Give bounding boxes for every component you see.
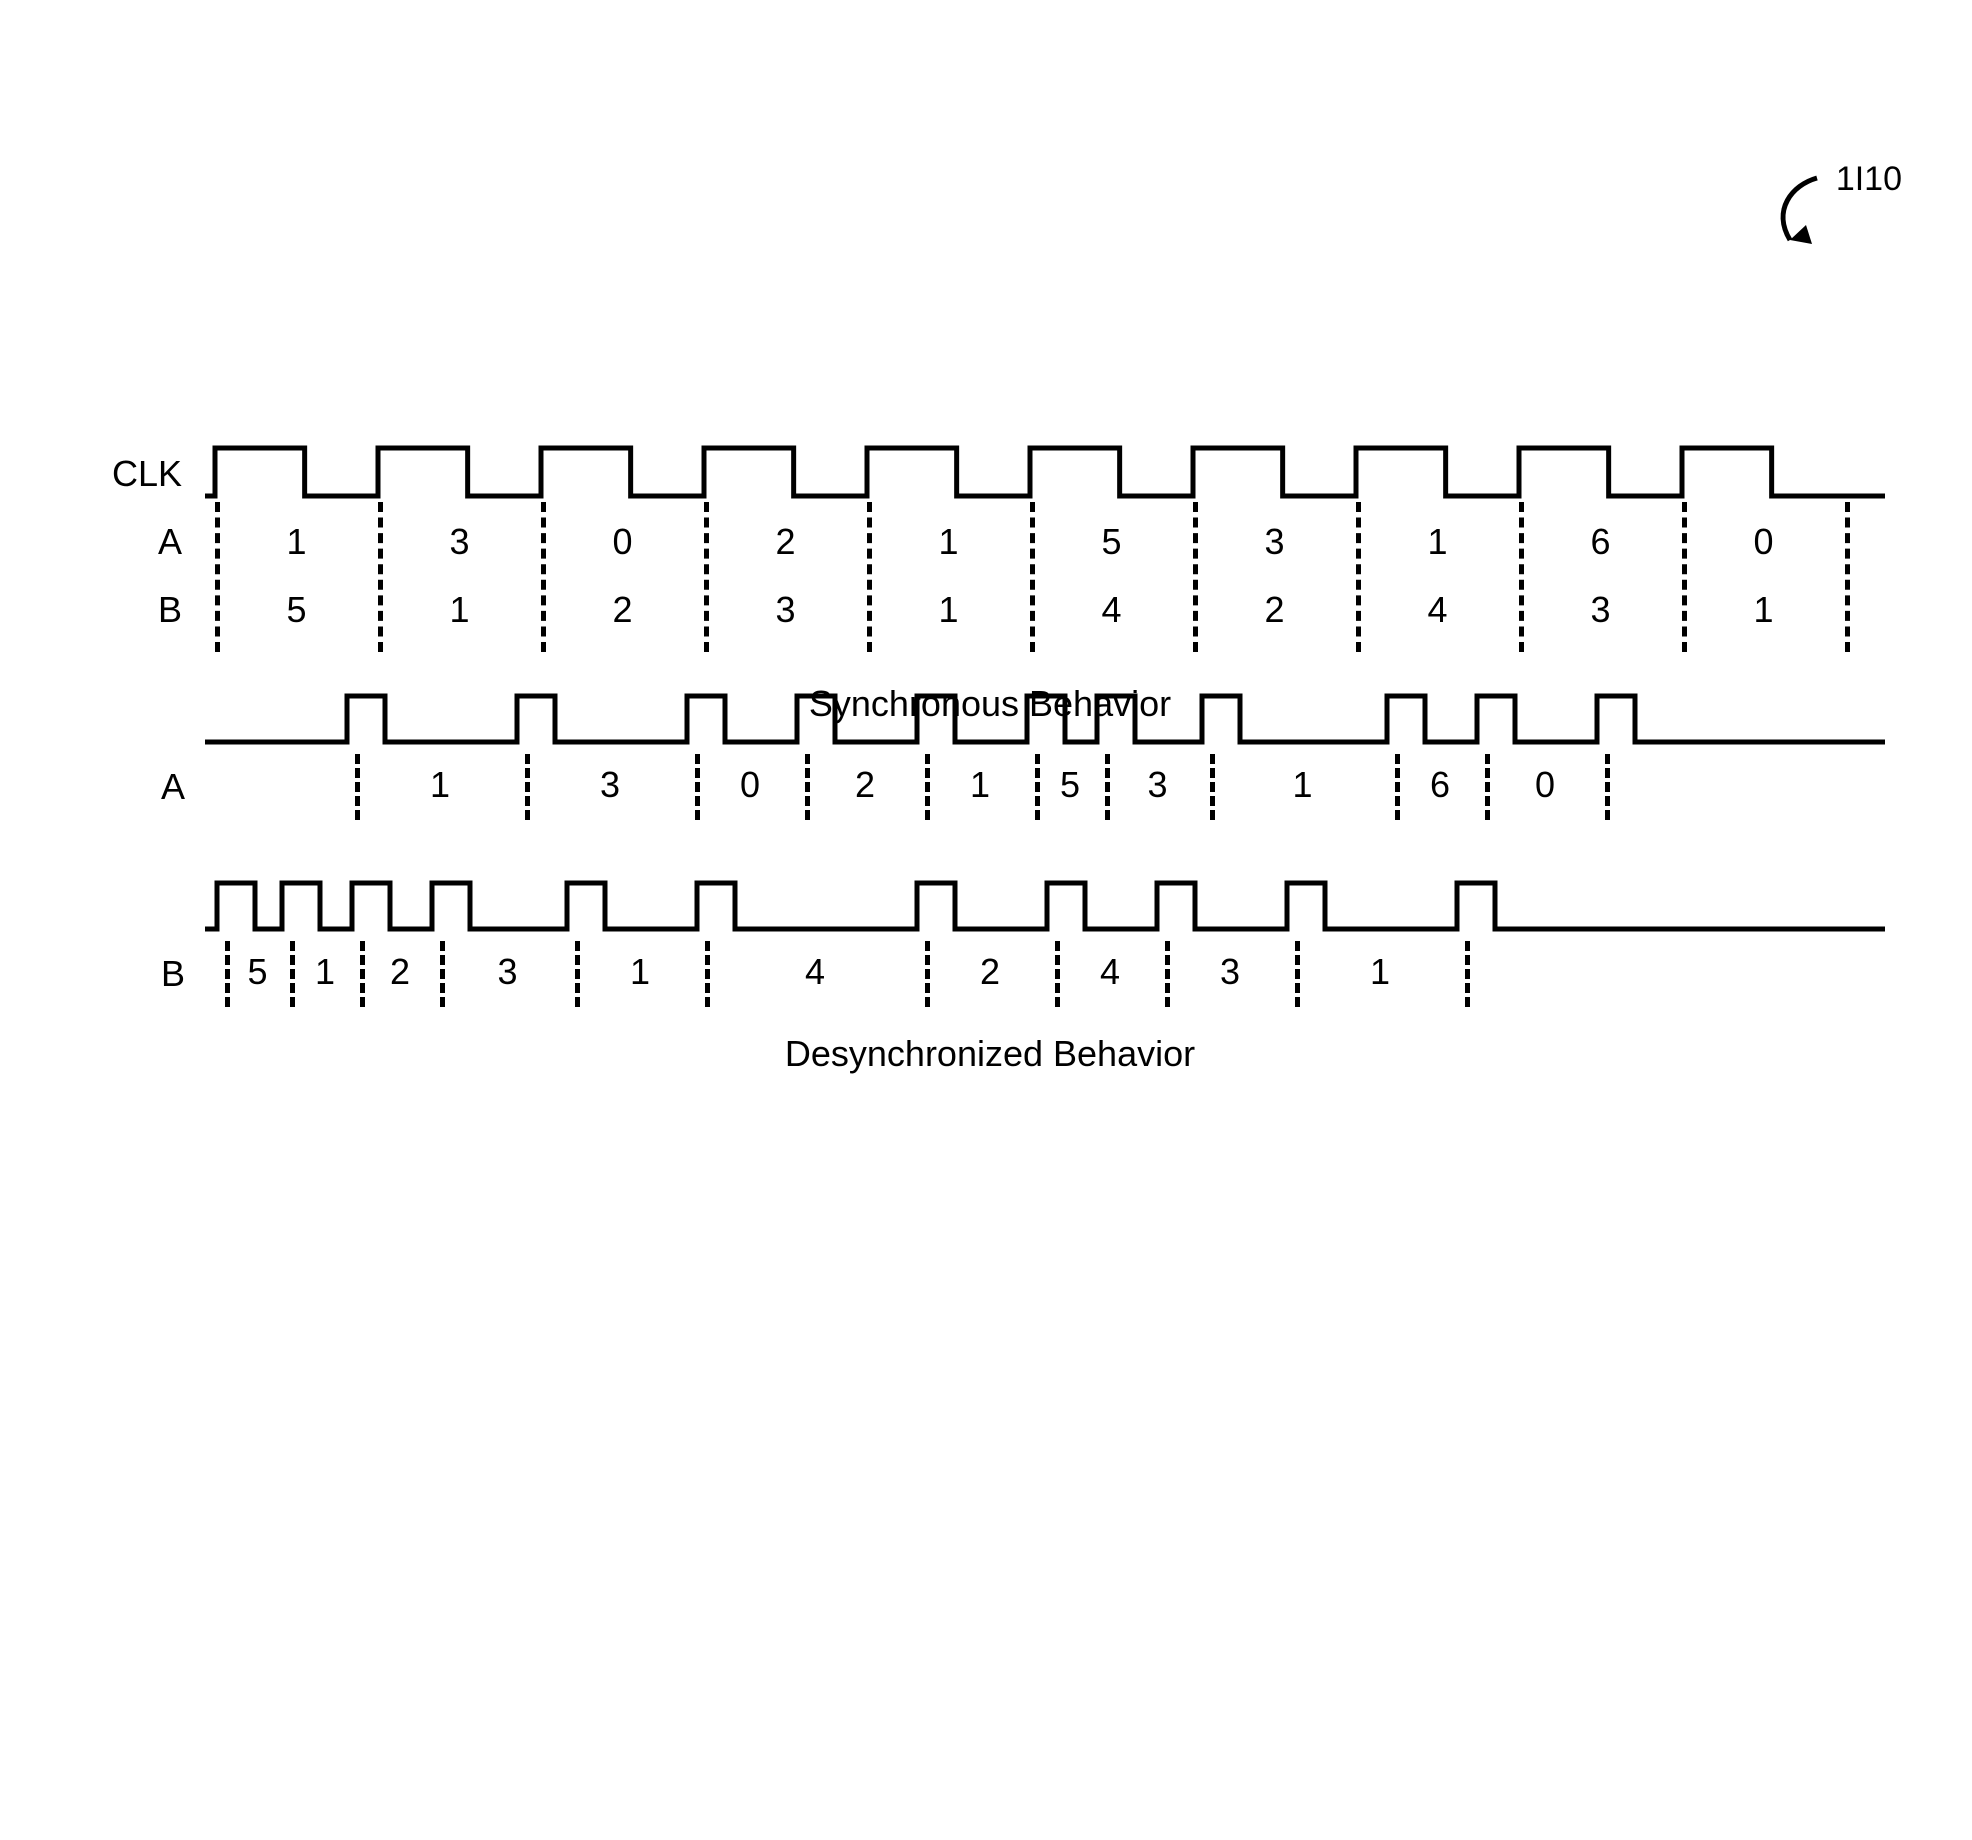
figure-page: 1I10 CLK A B 1302153160 5123142431 Synch… xyxy=(40,160,1932,1800)
figure-reference: 1I10 xyxy=(1762,160,1902,260)
sync-a-cell: 2 xyxy=(704,508,867,576)
sync-b-cell: 1 xyxy=(1682,576,1845,644)
desync-b-vals-cell: 1 xyxy=(290,951,360,993)
desync-a-values: 1302153160 xyxy=(205,756,1885,816)
sync-a-cell: 6 xyxy=(1519,508,1682,576)
sync-a-cell: 5 xyxy=(1030,508,1193,576)
desync-b-vals-cell: 3 xyxy=(440,951,575,993)
desync-a-vals-cell: 3 xyxy=(525,764,695,806)
sync-a-cell: 1 xyxy=(1356,508,1519,576)
desync-b-values-row: B 5123142431 xyxy=(90,943,1890,1003)
sync-b-cell: 1 xyxy=(867,576,1030,644)
sync-a-cell: 3 xyxy=(1193,508,1356,576)
sync-b-cell: 4 xyxy=(1356,576,1519,644)
row-a-label: A xyxy=(90,508,200,576)
sync-a-cell: 1 xyxy=(215,508,378,576)
reference-arrow-icon xyxy=(1762,170,1832,260)
figure-reference-number: 1I10 xyxy=(1836,160,1902,199)
desync-a-vals-cell: 1 xyxy=(1210,764,1395,806)
desync-b-vals-cell: 3 xyxy=(1165,951,1295,993)
row-b-label: B xyxy=(90,576,200,644)
sync-b-cell: 2 xyxy=(541,576,704,644)
sync-b-cell: 3 xyxy=(704,576,867,644)
sync-a-cell: 0 xyxy=(1682,508,1845,576)
desync-a-vals-cell: 1 xyxy=(925,764,1035,806)
desync-a-vals-cell: 3 xyxy=(1105,764,1210,806)
sync-b-cell: 2 xyxy=(1193,576,1356,644)
desync-a-vals-cell: 2 xyxy=(805,764,925,806)
desynchronized-block: A 1302153160 B 5123142431 Desynchronized… xyxy=(90,690,1890,1003)
sync-row-b-values: 5123142431 xyxy=(205,576,1885,644)
desync-b-values: 5123142431 xyxy=(205,943,1885,1003)
desync-b-label: B xyxy=(90,953,185,995)
desync-caption: Desynchronized Behavior xyxy=(90,1033,1890,1075)
desync-a-label: A xyxy=(90,766,185,808)
sync-clock-waveform xyxy=(205,440,1885,508)
sync-a-cell: 1 xyxy=(867,508,1030,576)
desync-b-vals-cell: 1 xyxy=(1295,951,1465,993)
sync-a-cell: 3 xyxy=(378,508,541,576)
desync-a-vals-cell: 0 xyxy=(695,764,805,806)
sync-row-a-values: 1302153160 xyxy=(205,508,1885,576)
sync-b-cell: 5 xyxy=(215,576,378,644)
sync-timing-area: 1302153160 5123142431 xyxy=(205,440,1885,644)
desync-b-vals-cell: 4 xyxy=(705,951,925,993)
desync-b-waveform-row xyxy=(90,877,1890,937)
desync-b-vals-cell: 2 xyxy=(360,951,440,993)
desync-a-waveform-row xyxy=(90,690,1890,750)
desync-a-vals-cell: 0 xyxy=(1485,764,1605,806)
desync-b-vals-cell: 5 xyxy=(225,951,290,993)
desync-a-vals-cell: 1 xyxy=(355,764,525,806)
desync-a-vals-cell: 6 xyxy=(1395,764,1485,806)
sync-b-cell: 3 xyxy=(1519,576,1682,644)
desync-b-vals-cell: 2 xyxy=(925,951,1055,993)
desync-b-waveform xyxy=(205,877,1885,937)
desync-b-vals-cell: 1 xyxy=(575,951,705,993)
sync-b-cell: 1 xyxy=(378,576,541,644)
desync-a-vals-cell: 5 xyxy=(1035,764,1105,806)
sync-a-cell: 0 xyxy=(541,508,704,576)
clk-label: CLK xyxy=(90,440,200,508)
desync-b-vals-cell: 4 xyxy=(1055,951,1165,993)
desync-a-waveform xyxy=(205,690,1885,750)
desync-a-values-row: A 1302153160 xyxy=(90,756,1890,816)
sync-b-cell: 4 xyxy=(1030,576,1193,644)
sync-row-labels: CLK A B xyxy=(90,440,200,644)
